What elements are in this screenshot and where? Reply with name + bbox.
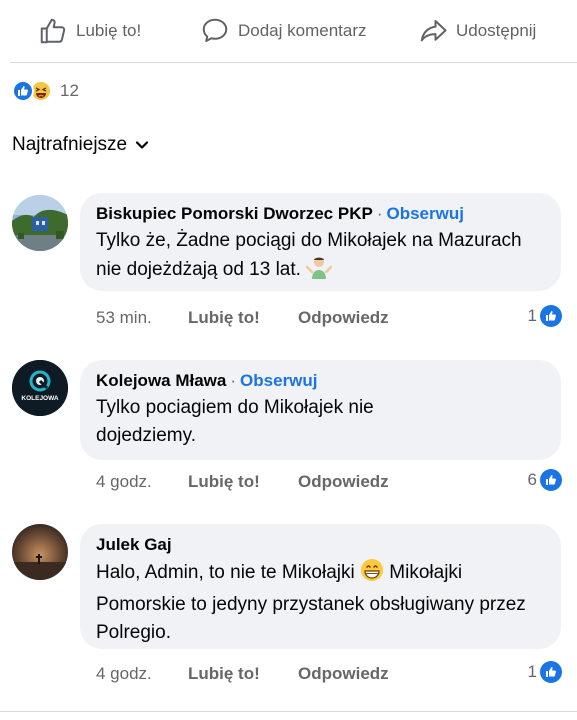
- avatar[interactable]: KOLEJOWA: [12, 360, 68, 416]
- post-action-bar: Lubię to! Dodaj komentarz Udostępnij: [0, 0, 577, 62]
- comment-bubble: Kolejowa Mława · Obserwuj Tylko pociagiem …: [80, 360, 561, 460]
- like-button-label: Lubię to!: [76, 21, 142, 40]
- comment-author[interactable]: Julek Gaj: [96, 535, 172, 554]
- comment-reply-link[interactable]: Odpowiedz: [298, 664, 389, 684]
- comment-like-link[interactable]: Lubię to!: [188, 664, 298, 684]
- avatar[interactable]: [12, 195, 68, 251]
- like-button[interactable]: Lubię to!: [38, 16, 141, 46]
- like-reaction-icon: [540, 469, 562, 491]
- shrug-emoji-icon: [305, 255, 333, 288]
- comment-like-link[interactable]: Lubię to!: [188, 472, 298, 492]
- divider: [0, 711, 577, 712]
- reaction-count: 12: [60, 81, 79, 100]
- comment-meta: 53 min. Lubię to! Odpowiedz: [96, 308, 389, 328]
- like-reaction-icon: [540, 661, 562, 683]
- comment-bubble: Julek Gaj Halo, Admin, to nie te Mikołaj…: [80, 524, 561, 649]
- grin-emoji-icon: [360, 558, 384, 591]
- comment-time[interactable]: 4 godz.: [96, 472, 188, 492]
- thumbs-up-icon: [40, 18, 66, 44]
- comment-time[interactable]: 53 min.: [96, 308, 188, 328]
- comment-button[interactable]: Dodaj komentarz: [200, 16, 367, 46]
- comment-text: Halo, Admin, to nie te Mikołajki Mikołaj…: [96, 558, 545, 647]
- comment-bubble: Biskupiec Pomorski Dworzec PKP · Obserwuj …: [80, 193, 561, 291]
- follow-button[interactable]: Obserwuj: [387, 204, 464, 223]
- share-button[interactable]: Udostępnij: [418, 16, 536, 46]
- comment-text: Tylko że, Żadne pociągi do Mikołajek na …: [96, 227, 545, 288]
- svg-text:KOLEJOWA: KOLEJOWA: [21, 395, 59, 402]
- speech-bubble-icon: [202, 18, 228, 42]
- like-reaction-icon: [540, 305, 562, 327]
- share-arrow-icon: [420, 20, 447, 42]
- avatar[interactable]: [12, 524, 68, 580]
- chevron-down-icon: [136, 141, 149, 149]
- comment-like-count[interactable]: 6: [528, 469, 562, 491]
- comment-text: Tylko pociagiem do Mikołajek nie dojedzi…: [96, 397, 374, 446]
- comment-like-count[interactable]: 1: [528, 305, 562, 327]
- separator-dot: ·: [230, 371, 237, 390]
- comment-reply-link[interactable]: Odpowiedz: [298, 308, 389, 328]
- comment-meta: 4 godz. Lubię to! Odpowiedz: [96, 664, 389, 684]
- share-button-label: Udostępnij: [456, 21, 537, 40]
- sort-label: Najtrafniejsze: [12, 134, 128, 155]
- comment-author[interactable]: Biskupiec Pomorski Dworzec PKP: [96, 204, 373, 223]
- comment-sort-dropdown[interactable]: Najtrafniejsze: [12, 134, 149, 156]
- comment-like-link[interactable]: Lubię to!: [188, 308, 298, 328]
- divider: [10, 62, 577, 63]
- comment-meta: 4 godz. Lubię to! Odpowiedz: [96, 472, 389, 492]
- comment-time[interactable]: 4 godz.: [96, 664, 188, 684]
- reactions-summary[interactable]: 12: [12, 80, 79, 102]
- like-reaction-icon: [12, 80, 34, 102]
- follow-button[interactable]: Obserwuj: [240, 371, 317, 390]
- comment-button-label: Dodaj komentarz: [238, 21, 367, 40]
- comment-author[interactable]: Kolejowa Mława: [96, 371, 226, 390]
- comment-like-count[interactable]: 1: [528, 661, 562, 683]
- comment-reply-link[interactable]: Odpowiedz: [298, 472, 389, 492]
- separator-dot: ·: [376, 204, 383, 223]
